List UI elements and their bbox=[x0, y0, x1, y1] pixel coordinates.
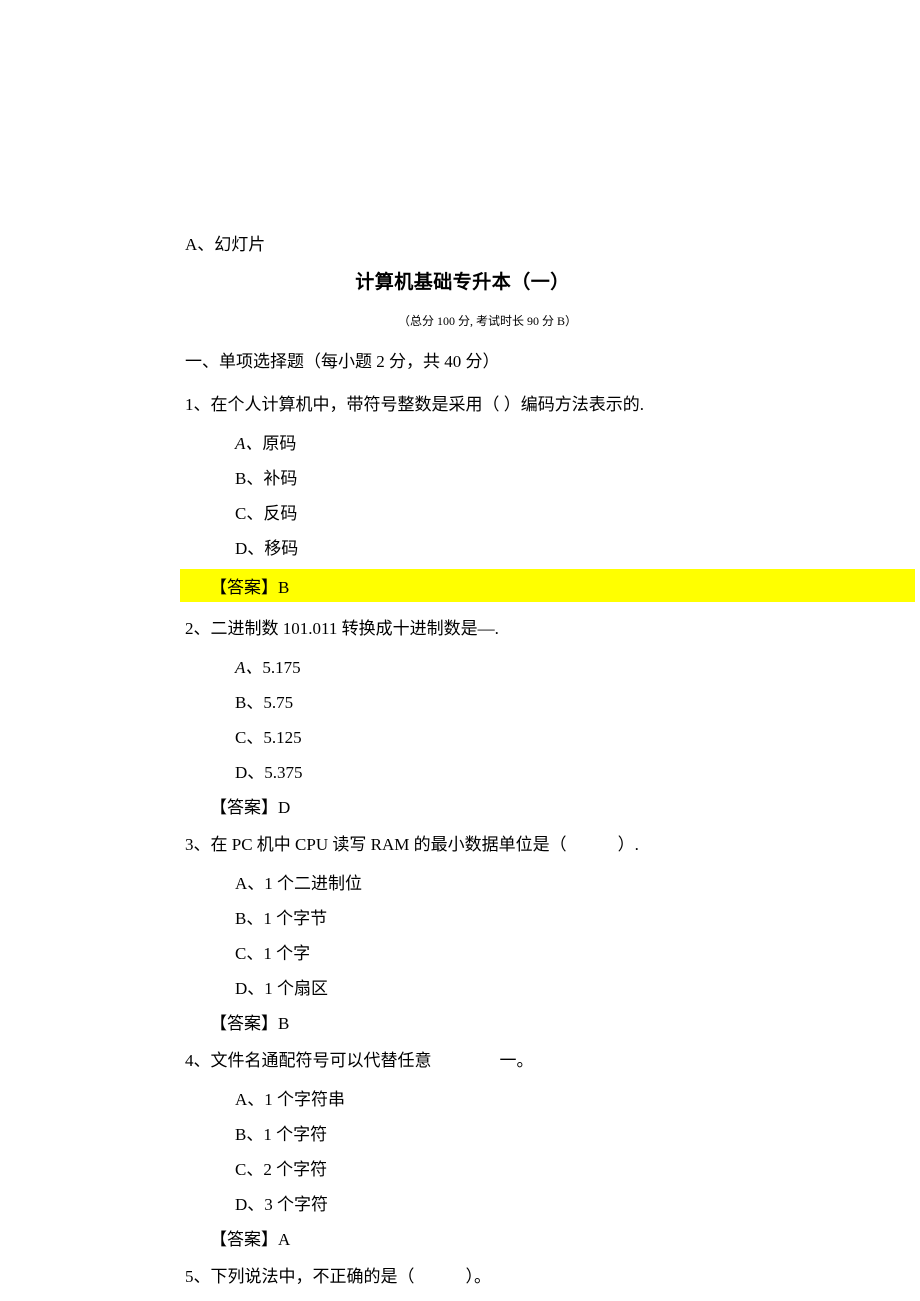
option-d: D、5.375 bbox=[185, 758, 740, 783]
answer-value: B bbox=[278, 1014, 289, 1033]
option-text: 1 个扇区 bbox=[264, 979, 328, 998]
option-text: 1 个字节 bbox=[263, 909, 327, 928]
question-4: 4、文件名通配符号可以代替任意 一。 A、1 个字符串 B、1 个字符 C、2 … bbox=[185, 1046, 740, 1250]
option-c: C、2 个字符 bbox=[185, 1155, 740, 1180]
option-text: 1 个字符串 bbox=[264, 1090, 345, 1109]
question-text: 4、文件名通配符号可以代替任意 一。 bbox=[185, 1046, 740, 1071]
option-b: B、补码 bbox=[185, 464, 740, 489]
option-text: 2 个字符 bbox=[263, 1160, 327, 1179]
option-d: D、移码 bbox=[185, 534, 740, 559]
option-label: C、 bbox=[235, 728, 263, 747]
option-label: B、 bbox=[235, 1125, 263, 1144]
option-label: D、 bbox=[235, 763, 264, 782]
answer-label: 【答案】 bbox=[210, 798, 278, 817]
option-label: B、 bbox=[235, 469, 263, 488]
answer-label: 【答案】 bbox=[210, 1014, 278, 1033]
question-text: 1、在个人计算机中，带符号整数是采用（ ）编码方法表示的. bbox=[185, 390, 740, 415]
answer-highlighted: 【答案】B bbox=[180, 569, 915, 602]
answer: 【答案】D bbox=[185, 793, 740, 818]
option-a: A、原码 bbox=[185, 429, 740, 454]
answer-label: 【答案】 bbox=[210, 1230, 278, 1249]
answer-value: A bbox=[278, 1230, 290, 1249]
option-b: B、5.75 bbox=[185, 688, 740, 713]
option-a: A、1 个二进制位 bbox=[185, 869, 740, 894]
option-c: C、反码 bbox=[185, 499, 740, 524]
question-3: 3、在 PC 机中 CPU 读写 RAM 的最小数据单位是（ ）. A、1 个二… bbox=[185, 830, 740, 1034]
document-page: A、幻灯片 计算机基础专升本（一） （总分 100 分, 考试时长 90 分 B… bbox=[0, 0, 920, 1301]
option-text: 3 个字符 bbox=[264, 1195, 328, 1214]
option-d: D、1 个扇区 bbox=[185, 974, 740, 999]
option-text: 5.175 bbox=[262, 658, 300, 677]
document-title: 计算机基础专升本（一） bbox=[185, 267, 740, 294]
option-text: 反码 bbox=[263, 504, 297, 523]
answer-label: 【答案】 bbox=[210, 578, 278, 597]
question-text: 5、下列说法中，不正确的是（ ）。 bbox=[185, 1262, 740, 1287]
answer: 【答案】A bbox=[185, 1225, 740, 1250]
question-5: 5、下列说法中，不正确的是（ ）。 bbox=[185, 1262, 740, 1287]
option-label: C、 bbox=[235, 944, 263, 963]
answer: 【答案】B bbox=[185, 1009, 740, 1034]
option-b: B、1 个字符 bbox=[185, 1120, 740, 1145]
option-a: A、1 个字符串 bbox=[185, 1085, 740, 1110]
option-a: A、5.175 bbox=[185, 653, 740, 678]
option-text: 移码 bbox=[264, 539, 298, 558]
option-text: 原码 bbox=[262, 434, 296, 453]
question-2: 2、二进制数 101.011 转换成十进制数是—. A、5.175 B、5.75… bbox=[185, 614, 740, 818]
option-text: 1 个二进制位 bbox=[264, 874, 362, 893]
option-b: B、1 个字节 bbox=[185, 904, 740, 929]
option-text: 5.75 bbox=[263, 693, 293, 712]
question-text: 2、二进制数 101.011 转换成十进制数是—. bbox=[185, 614, 740, 639]
option-text: 补码 bbox=[263, 469, 297, 488]
option-text: 1 个字 bbox=[263, 944, 310, 963]
option-label: D、 bbox=[235, 539, 264, 558]
section-heading: 一、单项选择题（每小题 2 分，共 40 分） bbox=[185, 347, 740, 372]
option-text: 1 个字符 bbox=[263, 1125, 327, 1144]
document-subtitle: （总分 100 分, 考试时长 90 分 B） bbox=[185, 312, 740, 329]
option-label: A、 bbox=[235, 434, 262, 453]
answer-value: D bbox=[278, 798, 290, 817]
option-label: D、 bbox=[235, 979, 264, 998]
option-label: C、 bbox=[235, 504, 263, 523]
option-c: C、1 个字 bbox=[185, 939, 740, 964]
option-d: D、3 个字符 bbox=[185, 1190, 740, 1215]
option-label: A、 bbox=[235, 874, 264, 893]
option-label: C、 bbox=[235, 1160, 263, 1179]
option-label: B、 bbox=[235, 909, 263, 928]
option-label: A、 bbox=[235, 658, 262, 677]
answer-value: B bbox=[278, 578, 289, 597]
option-text: 5.125 bbox=[263, 728, 301, 747]
question-1: 1、在个人计算机中，带符号整数是采用（ ）编码方法表示的. A、原码 B、补码 … bbox=[185, 390, 740, 602]
question-text: 3、在 PC 机中 CPU 读写 RAM 的最小数据单位是（ ）. bbox=[185, 830, 740, 855]
option-label: A、 bbox=[235, 1090, 264, 1109]
option-label: B、 bbox=[235, 693, 263, 712]
stray-option: A、幻灯片 bbox=[185, 230, 740, 255]
option-c: C、5.125 bbox=[185, 723, 740, 748]
option-text: 5.375 bbox=[264, 763, 302, 782]
option-label: D、 bbox=[235, 1195, 264, 1214]
